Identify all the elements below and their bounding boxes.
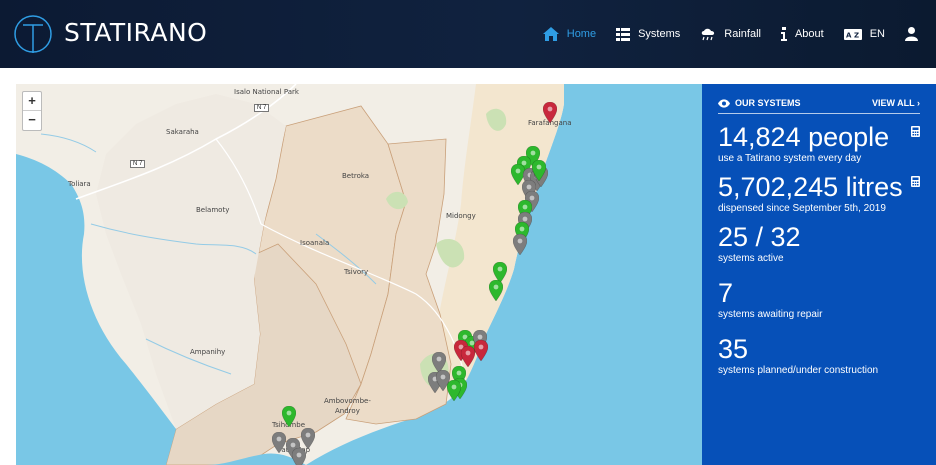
- tatirano-logo-icon[interactable]: [13, 11, 53, 57]
- place-label-tsivory: Tsivory: [344, 268, 369, 276]
- active-system-pin-icon[interactable]: [532, 160, 546, 181]
- repair-system-pin-icon[interactable]: [474, 340, 488, 361]
- nav-home[interactable]: Home: [542, 27, 597, 41]
- planned-system-pin-icon[interactable]: [513, 234, 527, 255]
- stat-value: 7: [718, 278, 734, 308]
- stat-label: systems awaiting repair: [718, 309, 823, 320]
- home-icon: [542, 27, 559, 41]
- panel-header: OUR SYSTEMS VIEW ALL ›: [718, 98, 920, 114]
- road-shield-n7: N 7: [254, 104, 270, 112]
- info-icon: [780, 27, 787, 41]
- zoom-out-button[interactable]: −: [23, 111, 41, 130]
- planned-system-pin-icon[interactable]: [301, 428, 315, 449]
- stat-planned: 35 systems planned/under construction: [718, 334, 920, 376]
- nav-about[interactable]: About: [780, 27, 824, 41]
- place-label-midongy: Midongy: [446, 212, 476, 220]
- nav-user[interactable]: [905, 27, 926, 41]
- top-navbar: STATIRANO Home Systems Rainfall About AZ…: [0, 0, 936, 68]
- calculator-icon[interactable]: [911, 176, 920, 187]
- stat-value: 14,824 people: [718, 122, 890, 152]
- main-menu: Home Systems Rainfall About AZ EN: [523, 0, 926, 68]
- place-label-betroka: Betroka: [342, 172, 370, 180]
- road-shield-n7: N 7: [130, 160, 146, 168]
- list-icon: [616, 27, 631, 41]
- stat-repair: 7 systems awaiting repair: [718, 278, 920, 320]
- nav-systems-label: Systems: [638, 28, 681, 40]
- nav-language-label: EN: [869, 28, 885, 40]
- repair-system-pin-icon[interactable]: [543, 102, 557, 123]
- stat-label: systems planned/under construction: [718, 365, 879, 376]
- stat-people: 14,824 people use a Tatirano system ever…: [718, 122, 920, 164]
- place-label-ampanihy: Ampanihy: [190, 348, 226, 356]
- nav-home-label: Home: [566, 28, 597, 40]
- active-system-pin-icon[interactable]: [447, 380, 461, 401]
- place-label-ambovombe: Ambovombe- Androy: [324, 397, 371, 415]
- stat-value: 35: [718, 334, 749, 364]
- brand-name[interactable]: STATIRANO: [64, 18, 207, 47]
- zoom-in-button[interactable]: +: [23, 92, 41, 111]
- stat-value: 25 / 32: [718, 222, 801, 252]
- systems-panel: OUR SYSTEMS VIEW ALL › 14,824 people use…: [702, 84, 936, 465]
- language-icon: AZ: [843, 28, 862, 40]
- view-all-link[interactable]: VIEW ALL ›: [872, 98, 920, 108]
- rain-cloud-icon: [702, 28, 715, 41]
- place-label-isoanala: Isoanala: [300, 239, 330, 247]
- view-all-label: VIEW ALL: [871, 98, 915, 108]
- place-label-isalo: Isalo National Park: [234, 88, 299, 96]
- stat-label: use a Tatirano system every day: [718, 153, 862, 164]
- place-label-sakaraha: Sakaraha: [166, 128, 199, 136]
- planned-system-pin-icon[interactable]: [272, 432, 286, 453]
- zoom-control: + −: [22, 91, 42, 131]
- svg-text:Z: Z: [854, 31, 859, 39]
- user-icon: [905, 27, 918, 41]
- stat-active: 25 / 32 systems active: [718, 222, 920, 264]
- place-label-toliara: Toliara: [68, 180, 91, 188]
- stat-litres: 5,702,245 litres dispensed since Septemb…: [718, 172, 920, 214]
- stat-value: 5,702,245 litres: [718, 172, 903, 202]
- active-system-pin-icon[interactable]: [489, 280, 503, 301]
- stat-label: dispensed since September 5th, 2019: [718, 203, 886, 214]
- systems-map[interactable]: + − Isalo National Park N 7 Sakaraha N 7…: [16, 84, 702, 465]
- nav-rainfall-label: Rainfall: [724, 28, 761, 40]
- repair-system-pin-icon[interactable]: [461, 346, 475, 367]
- panel-title: OUR SYSTEMS: [735, 98, 801, 108]
- nav-language[interactable]: AZ EN: [843, 28, 885, 40]
- svg-text:A: A: [846, 31, 852, 39]
- stat-label: systems active: [718, 253, 784, 264]
- nav-about-label: About: [794, 28, 824, 40]
- chevron-right-icon: ›: [917, 98, 920, 108]
- nav-systems[interactable]: Systems: [616, 27, 681, 41]
- active-system-pin-icon[interactable]: [282, 406, 296, 427]
- eye-icon: [718, 98, 730, 108]
- calculator-icon[interactable]: [911, 126, 920, 137]
- planned-system-pin-icon[interactable]: [292, 448, 306, 465]
- nav-rainfall[interactable]: Rainfall: [700, 27, 761, 41]
- place-label-belamoty: Belamoty: [196, 206, 230, 214]
